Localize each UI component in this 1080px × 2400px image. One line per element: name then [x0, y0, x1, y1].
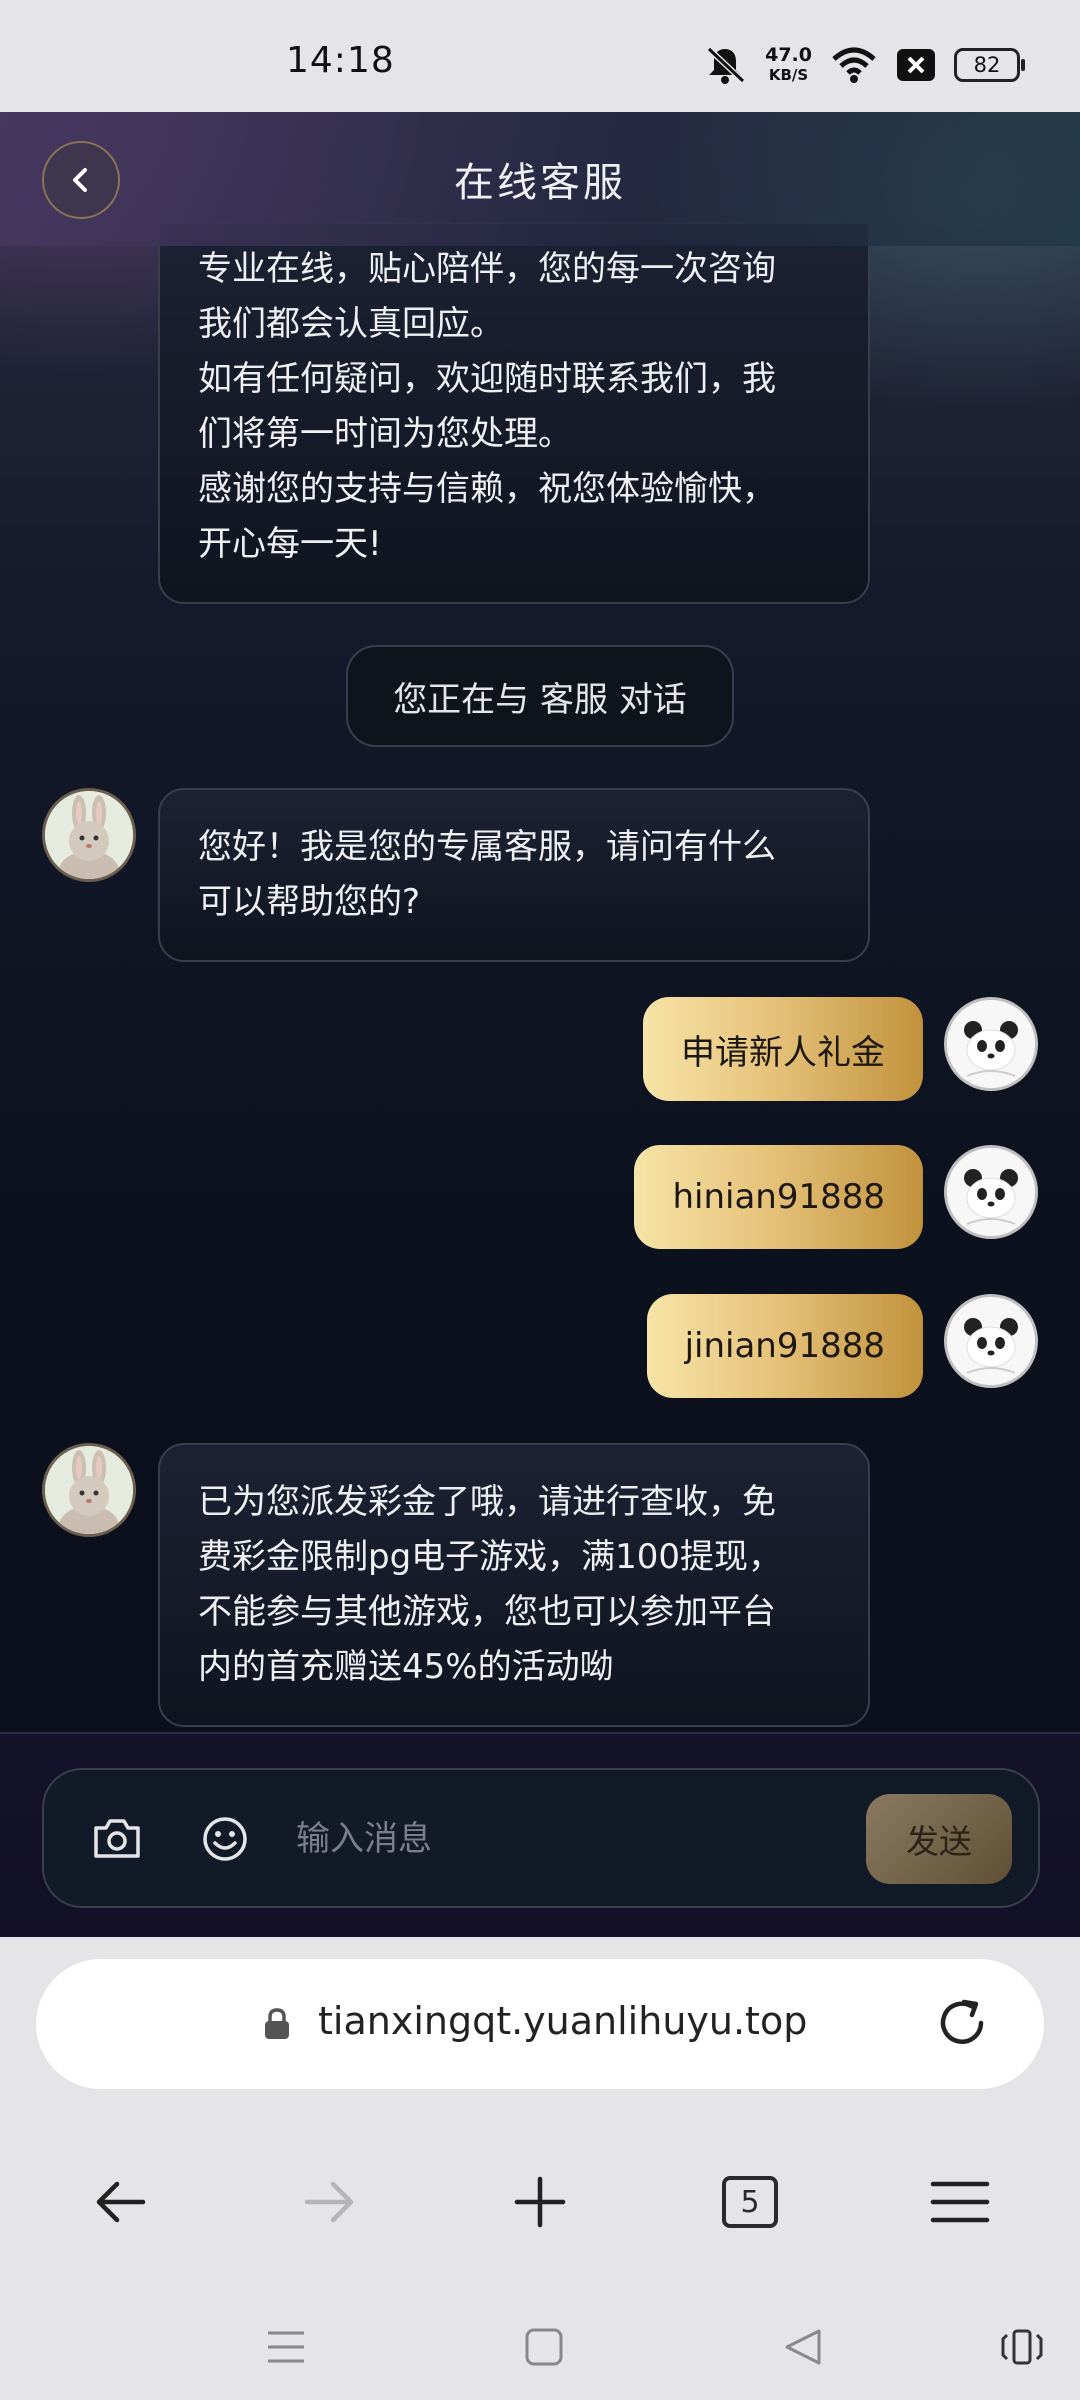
back-nav-button[interactable]	[75, 2157, 165, 2247]
greeting-line: 可以帮助您的?	[198, 882, 421, 922]
home-button[interactable]	[514, 2322, 574, 2372]
agent-avatar[interactable]	[42, 788, 136, 882]
intro-line: 专业在线，贴心陪伴，您的每一次咨询	[198, 249, 776, 289]
emoji-icon[interactable]	[202, 1816, 248, 1862]
tab-count: 5	[722, 2176, 778, 2228]
sim-off-icon	[897, 49, 935, 81]
browser-chrome: tianxingqt.yuanlihuyu.top 5	[0, 1937, 1080, 2400]
assist-button[interactable]	[992, 2322, 1052, 2372]
forward-nav-button[interactable]	[285, 2157, 375, 2247]
message-list[interactable]: 专业在线，贴心陪伴，您的每一次咨询 我们都会认真回应。 如有任何疑问，欢迎随时联…	[0, 112, 1080, 1732]
panda-avatar-icon	[947, 1297, 1035, 1385]
page-title: 在线客服	[454, 160, 626, 206]
intro-line: 如有任何疑问，欢迎随时联系我们，我	[198, 359, 776, 399]
status-time: 14:18	[286, 40, 395, 81]
agent-reply-bubble: 已为您派发彩金了哦，请进行查收，免 费彩金限制pg电子游戏，满100提现， 不能…	[158, 1443, 870, 1727]
status-bar: 14:18 47.0 KB/S 82	[0, 0, 1080, 112]
reply-line: 费彩金限制pg电子游戏，满100提现，	[198, 1537, 783, 1577]
tabs-button[interactable]: 5	[705, 2157, 795, 2247]
wifi-icon	[832, 47, 876, 83]
triangle-back-icon	[785, 2329, 821, 2365]
network-speed: 47.0 KB/S	[765, 44, 812, 84]
composer-area: 发送	[0, 1732, 1080, 1937]
agent-greeting-bubble: 您好！我是您的专属客服，请问有什么 可以帮助您的?	[158, 788, 870, 962]
new-tab-button[interactable]	[495, 2157, 585, 2247]
arrow-left-icon	[96, 2181, 146, 2223]
session-notice: 您正在与 客服 对话	[346, 645, 734, 747]
chat-header: 在线客服	[0, 112, 1080, 246]
intro-line: 们将第一时间为您处理。	[198, 414, 572, 454]
agent-intro-bubble: 专业在线，贴心陪伴，您的每一次咨询 我们都会认真回应。 如有任何疑问，欢迎随时联…	[158, 222, 870, 604]
system-nav-bar	[0, 2292, 1080, 2400]
hamburger-menu-icon	[930, 2181, 990, 2223]
user-message-bubble: jinian91888	[646, 1294, 923, 1398]
menu-button[interactable]	[915, 2157, 1005, 2247]
reply-line: 不能参与其他游戏，您也可以参加平台	[198, 1592, 776, 1632]
mute-icon	[707, 46, 746, 84]
intro-line: 感谢您的支持与信赖，祝您体验愉快，	[198, 469, 776, 509]
recents-button[interactable]	[256, 2322, 316, 2372]
url-text[interactable]: tianxingqt.yuanlihuyu.top	[318, 1999, 807, 2043]
panda-avatar-icon	[947, 1000, 1035, 1088]
user-avatar[interactable]	[944, 997, 1038, 1091]
address-bar[interactable]: tianxingqt.yuanlihuyu.top	[36, 1959, 1044, 2089]
status-icons: 47.0 KB/S 82	[703, 38, 1025, 92]
lock-icon	[265, 2008, 289, 2039]
send-button[interactable]: 发送	[866, 1794, 1012, 1884]
user-avatar[interactable]	[944, 1294, 1038, 1388]
camera-icon[interactable]	[92, 1816, 142, 1860]
user-message-bubble: hinian91888	[634, 1145, 923, 1249]
square-home-icon	[525, 2328, 563, 2366]
rabbit-avatar-icon	[45, 1446, 133, 1534]
system-back-button[interactable]	[773, 2322, 833, 2372]
recents-lines-icon	[268, 2331, 304, 2363]
arrow-right-icon	[304, 2181, 354, 2223]
plus-icon	[514, 2176, 566, 2228]
browser-toolbar: 5	[0, 2137, 1080, 2257]
reply-line: 内的首充赠送45%的活动呦	[198, 1647, 614, 1687]
chat-app: 专业在线，贴心陪伴，您的每一次咨询 我们都会认真回应。 如有任何疑问，欢迎随时联…	[0, 112, 1080, 1937]
reply-line: 已为您派发彩金了哦，请进行查收，免	[198, 1482, 776, 1522]
agent-avatar[interactable]	[42, 1443, 136, 1537]
vibrate-phone-icon	[1001, 2329, 1043, 2365]
intro-line: 开心每一天!	[198, 524, 382, 564]
composer: 发送	[42, 1768, 1040, 1908]
reload-icon[interactable]	[932, 1993, 992, 2053]
panda-avatar-icon	[947, 1148, 1035, 1236]
user-avatar[interactable]	[944, 1145, 1038, 1239]
greeting-line: 您好！我是您的专属客服，请问有什么	[198, 827, 776, 867]
battery-icon: 82	[954, 48, 1025, 82]
user-message-bubble: 申请新人礼金	[643, 997, 923, 1101]
intro-line: 我们都会认真回应。	[198, 304, 504, 344]
message-input[interactable]	[294, 1798, 888, 1880]
rabbit-avatar-icon	[45, 791, 133, 879]
